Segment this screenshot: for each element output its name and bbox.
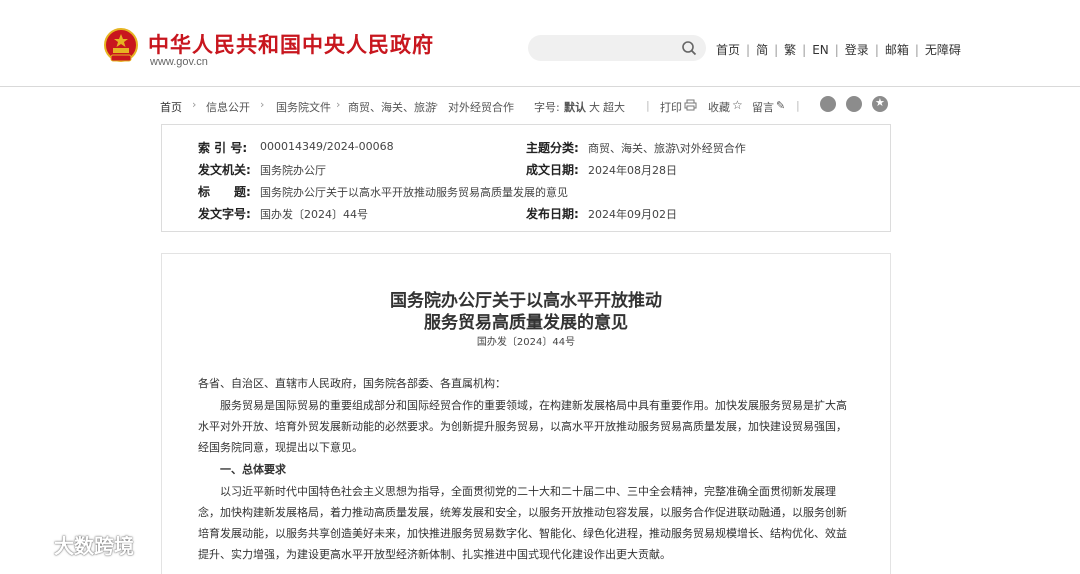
issuer-label: 发文机关: <box>198 163 251 177</box>
favorite-share-icon[interactable]: ★ <box>872 96 888 112</box>
top-links: 首页 | 简 | 繁 | EN | 登录 | 邮箱 | 无障碍 <box>716 43 961 57</box>
topic-label: 主题分类: <box>526 141 579 155</box>
print-button[interactable]: 打印 <box>660 99 682 115</box>
link-simplified[interactable]: 简 <box>756 43 768 57</box>
chevron-right-icon: › <box>434 98 439 111</box>
link-login[interactable]: 登录 <box>845 43 869 57</box>
link-traditional[interactable]: 繁 <box>784 43 796 57</box>
topic-value: 商贸、海关、旅游\对外经贸合作 <box>588 142 746 155</box>
watermark-logo-icon <box>11 531 50 552</box>
paragraph-1-line-3: 经国务院同意，现提出以下意见。 <box>198 441 363 454</box>
site-header: 中华人民共和国中央人民政府 www.gov.cn 首页 | 简 | 繁 | EN | 登录 | 邮箱… <box>0 0 1080 87</box>
breadcrumb-state-council-docs[interactable]: 国务院文件 <box>276 99 331 115</box>
chevron-right-icon: › <box>336 98 341 111</box>
paragraph-2-line-2: 念，加快构建新发展格局，着力推动高质量发展，统筹发展和安全，以服务开放推动包容发… <box>198 506 847 519</box>
doc-number-value: 国办发〔2024〕44号 <box>260 208 368 221</box>
section-heading-1: 一、总体要求 <box>220 463 286 476</box>
document-meta-box: 索 引 号: 000014349/2024-00068 主题分类: 商贸、海关、… <box>161 124 891 232</box>
breadcrumb-home[interactable]: 首页 <box>160 99 182 115</box>
font-size-xlarge[interactable]: 超大 <box>603 99 625 115</box>
published-date-value: 2024年09月02日 <box>588 208 677 221</box>
font-size-label: 字号: <box>534 101 560 114</box>
breadcrumb: 首页 › 信息公开 › 国务院文件 › 商贸、海关、旅游 › 对外经贸合作 字号… <box>160 96 900 116</box>
search-input[interactable] <box>528 35 706 61</box>
title-label: 标 题: <box>198 185 251 199</box>
paragraph-1-line-1: 服务贸易是国际贸易的重要组成部分和国际经贸合作的重要领域，在构建新发展格局中具有… <box>220 399 847 412</box>
star-icon[interactable]: ☆ <box>732 98 743 112</box>
chevron-right-icon: › <box>192 98 197 111</box>
pencil-icon[interactable]: ✎ <box>776 99 785 112</box>
paragraph-2-line-1: 以习近平新时代中国特色社会主义思想为指导，全面贯彻党的二十大和二十届二中、三中全… <box>220 485 836 498</box>
link-mail[interactable]: 邮箱 <box>885 43 909 57</box>
breadcrumb-trade-customs[interactable]: 商贸、海关、旅游 <box>348 99 436 115</box>
wechat-share-icon[interactable] <box>846 96 862 112</box>
search-icon[interactable] <box>681 40 697 56</box>
paragraph-1-line-2: 水平对外开放、培育外贸发展新动能的必然要求。为创新提升服务贸易，以高水平开放推动… <box>198 420 847 433</box>
link-accessibility[interactable]: 无障碍 <box>925 43 961 57</box>
link-home[interactable]: 首页 <box>716 43 740 57</box>
index-label: 索 引 号: <box>198 141 248 155</box>
issuer-value: 国务院办公厅 <box>260 164 326 177</box>
paragraph-2-line-4: 提升、实力增强，为建设更高水平开放型经济新体制、扎实推进中国式现代化建设作出更大… <box>198 548 671 561</box>
font-size-default[interactable]: 默认 <box>564 99 586 115</box>
article-body: 国务院办公厅关于以高水平开放推动 服务贸易高质量发展的意见 国办发〔2024〕4… <box>161 253 891 574</box>
published-date-label: 发布日期: <box>526 207 579 221</box>
written-date-label: 成文日期: <box>526 163 579 177</box>
link-english[interactable]: EN <box>812 43 829 57</box>
site-name[interactable]: 中华人民共和国中央人民政府 <box>148 29 434 59</box>
breadcrumb-foreign-trade[interactable]: 对外经贸合作 <box>448 99 514 115</box>
article-doc-number: 国办发〔2024〕44号 <box>476 337 576 348</box>
watermark-text: 大数跨境 <box>54 534 134 558</box>
weibo-share-icon[interactable] <box>820 96 836 112</box>
chevron-right-icon: › <box>260 98 265 111</box>
favorite-button[interactable]: 收藏 <box>708 99 730 115</box>
breadcrumb-info-public[interactable]: 信息公开 <box>206 99 250 115</box>
title-value: 国务院办公厅关于以高水平开放推动服务贸易高质量发展的意见 <box>260 186 568 199</box>
salutation: 各省、自治区、直辖市人民政府，国务院各部委、各直属机构： <box>198 377 506 390</box>
index-value: 000014349/2024-00068 <box>260 140 394 153</box>
written-date-value: 2024年08月28日 <box>588 164 677 177</box>
site-url: www.gov.cn <box>150 56 208 68</box>
paragraph-2-line-3: 培育发展动能，以服务共享创造美好未来，加快推进服务贸易数字化、智能化、绿色化进程… <box>198 527 847 540</box>
comment-button[interactable]: 留言 <box>752 99 774 115</box>
national-emblem-icon[interactable] <box>104 28 138 64</box>
article-title-line2: 服务贸易高质量发展的意见 <box>424 313 628 333</box>
font-size-large[interactable]: 大 <box>589 99 600 115</box>
doc-number-label: 发文字号: <box>198 207 251 221</box>
printer-icon[interactable] <box>684 99 697 111</box>
